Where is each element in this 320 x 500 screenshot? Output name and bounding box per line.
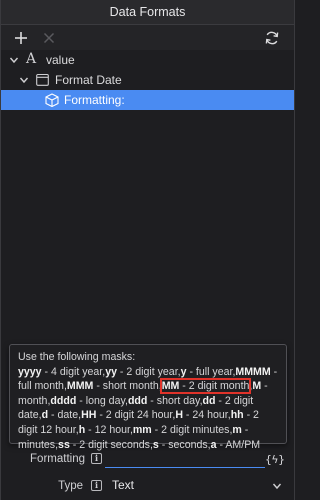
info-icon[interactable]: i xyxy=(91,453,102,464)
mask-code: dddd xyxy=(50,394,77,407)
mask-description: - 2 digit 24 hour xyxy=(96,409,173,422)
mask-code: mm xyxy=(132,423,152,436)
panel-title: Data Formats xyxy=(1,0,294,25)
mask-entry: HH - 2 digit 24 hour xyxy=(81,409,172,421)
formatting-label: Formatting xyxy=(30,453,85,465)
mask-description: - 4 digit year xyxy=(41,365,103,378)
mask-description: - short month xyxy=(93,380,159,393)
mask-entry: MM - 2 digit month xyxy=(159,378,252,395)
refresh-button[interactable] xyxy=(261,27,283,49)
type-property-row: Type i Text xyxy=(1,475,294,497)
type-label: Type xyxy=(58,480,83,492)
type-select[interactable]: Text xyxy=(112,478,134,492)
tree-item-value[interactable]: A value xyxy=(1,50,294,70)
tree-item-label: Format Date xyxy=(55,73,122,87)
tooltip-title: Use the following masks: xyxy=(18,351,136,363)
chevron-down-icon[interactable] xyxy=(9,55,19,65)
mask-entry: dddd - long day xyxy=(50,395,125,407)
mask-description: - 12 hour xyxy=(85,423,130,436)
mask-entry: y - full year xyxy=(181,366,233,378)
data-formats-panel: Data Formats A value Format Date Formatt… xyxy=(0,0,295,500)
mask-description: - 2 digit year xyxy=(116,365,178,378)
toolbar xyxy=(1,25,294,51)
x-icon xyxy=(43,32,55,44)
mask-description: - short day xyxy=(147,394,200,407)
tree-item-label: Formatting: xyxy=(64,93,125,107)
info-icon[interactable]: i xyxy=(91,480,102,491)
tooltip-masks-text: yyyy - 4 digit year,yy - 2 digit year,y … xyxy=(18,365,278,451)
mask-code: MM xyxy=(161,380,180,393)
mask-code: yyyy xyxy=(18,365,42,378)
tree-item-format-date[interactable]: Format Date xyxy=(1,70,294,90)
cube-icon xyxy=(45,93,59,110)
calendar-icon xyxy=(36,73,49,89)
mask-entry: yy - 2 digit year xyxy=(105,366,177,378)
formatting-property-row: Formatting i {ϟ} xyxy=(1,448,294,470)
mask-code: m xyxy=(232,423,242,436)
mask-code: MMMM xyxy=(235,365,271,378)
mask-code: yy xyxy=(105,365,117,378)
plus-icon xyxy=(15,32,27,44)
chevron-down-icon[interactable] xyxy=(272,481,282,491)
mask-description: - full year xyxy=(186,365,233,378)
mask-code: ddd xyxy=(127,394,148,407)
refresh-icon xyxy=(265,31,279,45)
mask-code: HH xyxy=(81,409,97,422)
mask-code: hh xyxy=(230,409,244,422)
tree-item-label: value xyxy=(46,53,75,67)
mask-entry: yyyy - 4 digit year xyxy=(18,366,102,378)
mask-code: H xyxy=(175,409,183,422)
add-button[interactable] xyxy=(10,27,32,49)
formatting-input[interactable] xyxy=(105,451,265,468)
mask-description: - 2 digit minutes xyxy=(151,423,230,436)
mask-entry: MMM - short month xyxy=(67,380,159,392)
expression-button[interactable]: {ϟ} xyxy=(265,451,285,467)
mask-description: - long day xyxy=(76,394,125,407)
tree-item-formatting[interactable]: Formatting: xyxy=(1,90,294,110)
chevron-down-icon[interactable] xyxy=(19,75,29,85)
mask-entry: ddd - short day xyxy=(128,395,200,407)
mask-code: M xyxy=(252,380,262,393)
mask-description: - 24 hour xyxy=(182,409,228,422)
mask-description: - date xyxy=(48,409,79,422)
mask-description: - 2 digit month xyxy=(179,380,250,393)
mask-entry: H - 24 hour xyxy=(175,409,227,421)
text-type-icon: A xyxy=(26,51,37,67)
mask-code: MMM xyxy=(66,380,94,393)
mask-code: dd xyxy=(202,394,216,407)
mask-entry: d - date xyxy=(42,409,79,421)
format-masks-tooltip: Use the following masks: yyyy - 4 digit … xyxy=(9,344,287,451)
mask-entry: h - 12 hour xyxy=(79,424,130,436)
remove-button[interactable] xyxy=(38,27,60,49)
mask-entry: mm - 2 digit minutes xyxy=(133,424,230,436)
